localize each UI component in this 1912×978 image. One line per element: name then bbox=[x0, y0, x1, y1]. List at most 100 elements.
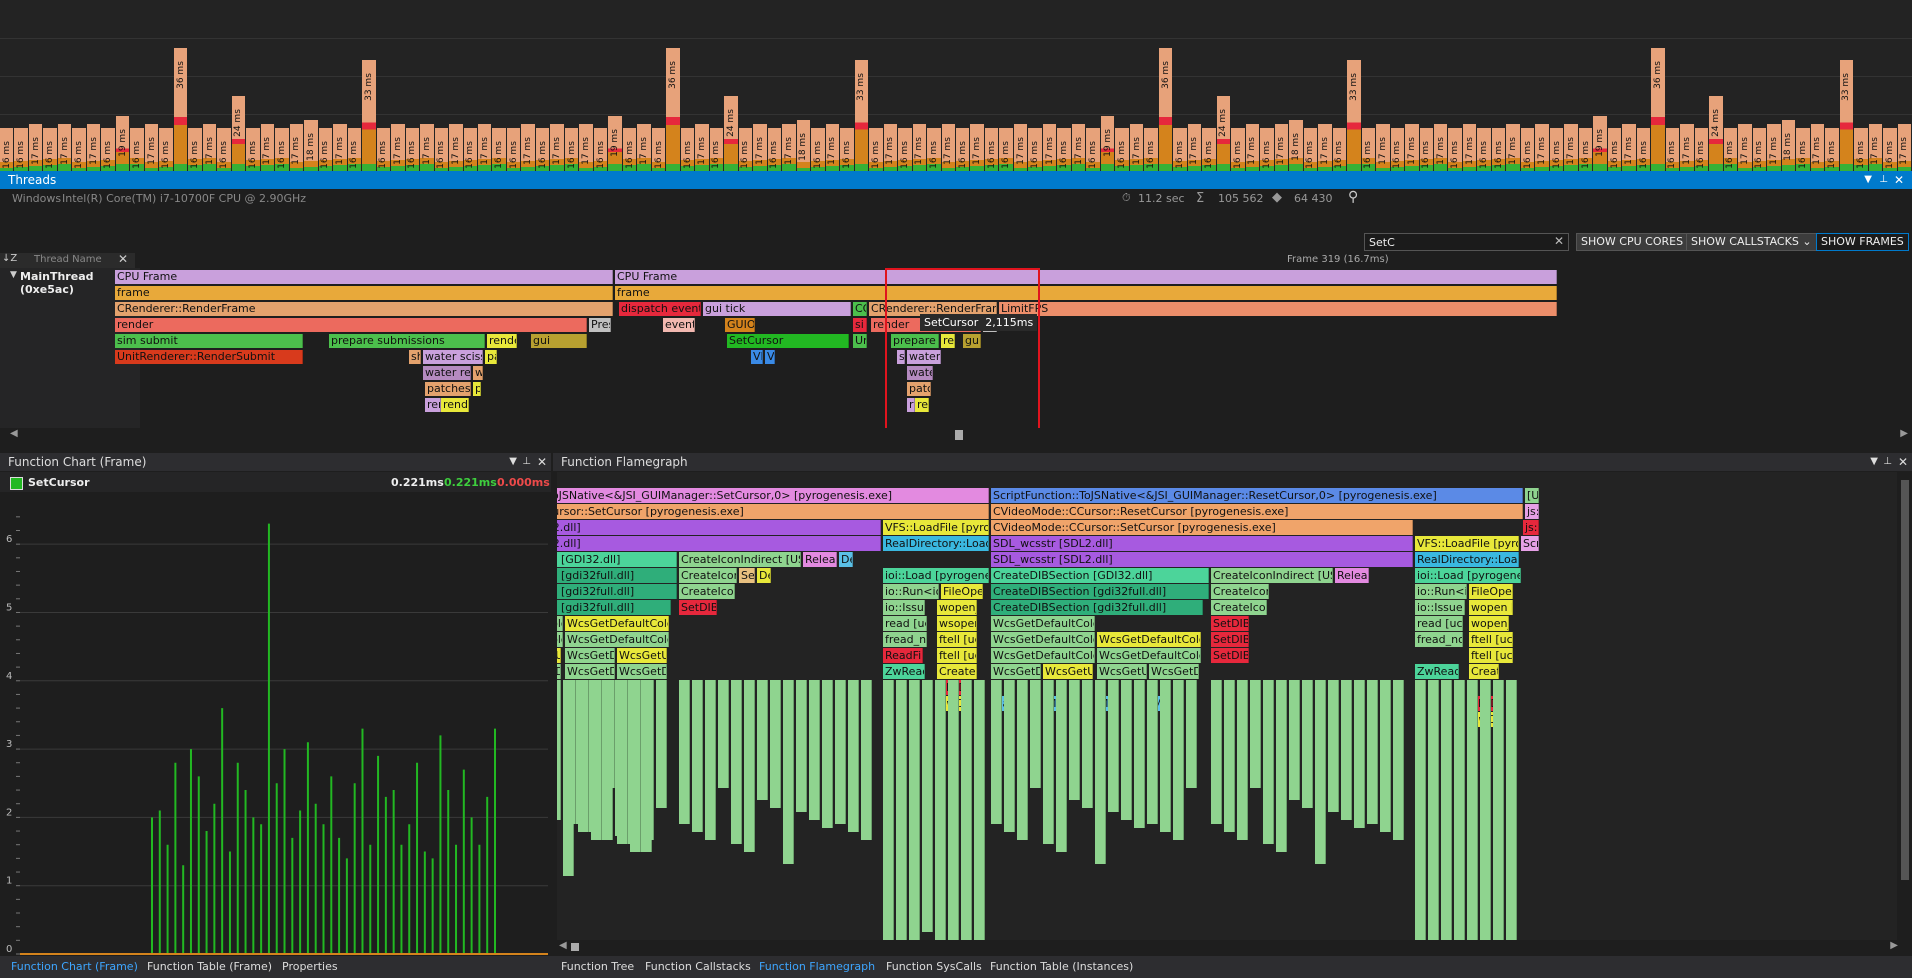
flame-stack[interactable] bbox=[1454, 680, 1465, 940]
frame-bar[interactable]: 16 ms bbox=[1796, 128, 1810, 176]
frame-bar[interactable]: 16 ms bbox=[72, 128, 86, 176]
flame-stack[interactable] bbox=[630, 680, 641, 832]
flame-block[interactable]: WcsGetUse bbox=[1097, 664, 1147, 679]
timeline-block[interactable]: UnitRenderer::RenderSubmit bbox=[115, 350, 303, 364]
frame-bar[interactable]: 17 ms bbox=[912, 124, 927, 176]
flame-stack[interactable] bbox=[1276, 680, 1287, 852]
flame-block[interactable]: CreateIconIn bbox=[1211, 584, 1269, 599]
flame-stack[interactable] bbox=[1121, 680, 1132, 820]
frame-bar[interactable]: 24 ms bbox=[231, 96, 246, 176]
flame-block[interactable]: CreateIconIndirect [USER32 bbox=[679, 552, 801, 567]
flame-block[interactable]: WcsGetDef bbox=[565, 648, 615, 663]
frame-bar[interactable]: 17 ms bbox=[1245, 124, 1260, 176]
frame-bar[interactable]: 18 ms bbox=[304, 120, 318, 176]
flame-stack[interactable] bbox=[922, 680, 933, 932]
frame-bar[interactable]: 16 ms bbox=[506, 128, 521, 176]
flame-block[interactable]: CreateDIBSection [gdi32full.dll] bbox=[991, 584, 1209, 599]
frame-bar[interactable]: 33 ms bbox=[1347, 60, 1361, 176]
frame-bar[interactable]: 16 ms bbox=[434, 128, 449, 176]
frame-bar[interactable]: 16 ms bbox=[43, 128, 57, 176]
flame-stack[interactable] bbox=[1147, 680, 1158, 824]
tab-function-tree[interactable]: Function Tree bbox=[561, 960, 634, 973]
flame-block[interactable]: js:: bbox=[1525, 504, 1539, 519]
flame-stack[interactable] bbox=[1108, 680, 1119, 812]
flame-block[interactable]: De bbox=[839, 552, 853, 567]
flame-block[interactable]: ftell [ucr bbox=[1469, 632, 1513, 647]
flame-stack[interactable] bbox=[1467, 680, 1478, 940]
frame-bar[interactable]: 16 ms bbox=[1694, 128, 1709, 176]
flame-stack[interactable] bbox=[835, 680, 846, 824]
frame-bar[interactable]: 16 ms bbox=[1202, 128, 1216, 176]
frame-bar[interactable]: 17 ms bbox=[1868, 124, 1883, 176]
frame-bar[interactable]: 16 ms bbox=[1028, 128, 1042, 176]
flame-block[interactable]: VFS::LoadFile [pyrogen bbox=[883, 520, 989, 535]
frame-bar[interactable]: 16 ms bbox=[956, 128, 970, 176]
flame-stack[interactable] bbox=[1302, 680, 1313, 808]
flame-stack[interactable] bbox=[705, 680, 716, 840]
timeline-scroll-right-icon[interactable]: ▶ bbox=[1900, 428, 1908, 439]
frame-bar[interactable]: 17 ms bbox=[782, 124, 796, 176]
flame-block[interactable]: CreateDIBSection [gdi32full.dll] bbox=[557, 584, 677, 599]
timeline-block[interactable]: pa bbox=[485, 350, 497, 364]
frame-bar[interactable]: 17 ms bbox=[941, 124, 955, 176]
timeline-block[interactable]: si bbox=[853, 318, 867, 332]
frame-bar[interactable]: 16 ms bbox=[1825, 128, 1839, 176]
tab-function-flamegraph[interactable]: Function Flamegraph bbox=[759, 960, 875, 973]
frame-bar[interactable]: 16 ms bbox=[101, 128, 115, 176]
flame-stack[interactable] bbox=[1354, 680, 1365, 828]
frame-bar[interactable]: 17 ms bbox=[1129, 124, 1144, 176]
frame-bar[interactable]: 17 ms bbox=[28, 124, 43, 176]
flame-block[interactable]: SDL_wcsstr [SDL2.dll] bbox=[557, 520, 881, 535]
frame-bar[interactable]: 16 ms bbox=[1636, 128, 1651, 176]
legend-swatch[interactable] bbox=[10, 477, 23, 490]
flame-stack[interactable] bbox=[848, 680, 859, 832]
frame-bar[interactable]: 17 ms bbox=[579, 124, 593, 176]
flame-stack[interactable] bbox=[783, 680, 794, 864]
frame-bar[interactable]: 18 ms bbox=[1289, 120, 1303, 176]
chart-dropdown-icon[interactable]: ▼ bbox=[509, 453, 517, 471]
flame-stack[interactable] bbox=[796, 680, 807, 812]
flame-stack[interactable] bbox=[1095, 680, 1106, 864]
timeline-block[interactable]: sim submit bbox=[115, 334, 303, 348]
frame-bar[interactable]: 16 ms bbox=[651, 128, 666, 176]
frame-bar[interactable]: 17 ms bbox=[1462, 124, 1477, 176]
flame-block[interactable]: ftell [ucr bbox=[937, 648, 977, 663]
frame-bar[interactable]: 16 ms bbox=[984, 128, 999, 176]
flame-stack[interactable] bbox=[948, 680, 959, 940]
flame-block[interactable]: CreateDIBSection [gdi32full.dll] bbox=[557, 600, 671, 615]
frame-bar[interactable]: 16 ms bbox=[1578, 128, 1593, 176]
flame-block[interactable]: ZwReadFi bbox=[1415, 664, 1459, 679]
frame-bar[interactable]: 17 ms bbox=[144, 124, 159, 176]
flame-block[interactable]: fread_no bbox=[1415, 632, 1463, 647]
flame-stack[interactable] bbox=[1315, 680, 1326, 864]
flame-block[interactable]: WcsGetDef bbox=[557, 664, 561, 679]
frame-bar[interactable]: 17 ms bbox=[521, 124, 535, 176]
flame-stack[interactable] bbox=[974, 680, 985, 940]
timeline-block[interactable]: dispatch events bbox=[619, 302, 701, 316]
flame-block[interactable]: io::Issue [p bbox=[1415, 600, 1465, 615]
sort-icon[interactable]: ↓Z bbox=[2, 253, 17, 264]
flame-stack[interactable] bbox=[1211, 680, 1222, 824]
flame-block[interactable]: wopen [u bbox=[1469, 600, 1513, 615]
timeline-block[interactable]: CRenderer::RenderFrame bbox=[115, 302, 613, 316]
flame-stack[interactable] bbox=[604, 680, 615, 788]
flame-stack[interactable] bbox=[1493, 680, 1504, 940]
frame-bar[interactable]: 17 ms bbox=[391, 124, 405, 176]
flame-stack[interactable] bbox=[656, 680, 667, 808]
flame-block[interactable]: WcsGetDefaultColorPr bbox=[1097, 648, 1201, 663]
frame-bar[interactable]: 16 ms bbox=[535, 128, 550, 176]
frame-bar[interactable]: 16 ms bbox=[1854, 128, 1868, 176]
frame-bar[interactable]: 18 ms bbox=[796, 120, 811, 176]
timeline-block[interactable]: frame bbox=[615, 286, 1557, 300]
frame-bar[interactable]: 16 ms bbox=[1057, 128, 1071, 176]
frame-bar[interactable]: 33 ms bbox=[1839, 60, 1854, 176]
frame-bar[interactable]: 16 ms bbox=[318, 128, 333, 176]
frame-bar[interactable]: 17 ms bbox=[883, 124, 898, 176]
pin-icon[interactable]: ⊥ bbox=[1879, 171, 1888, 189]
frame-bar[interactable]: 17 ms bbox=[1535, 124, 1549, 176]
frame-bar[interactable]: 17 ms bbox=[1622, 124, 1636, 176]
frame-bar[interactable]: 17 ms bbox=[1738, 124, 1752, 176]
frame-bar[interactable]: 16 ms bbox=[347, 128, 362, 176]
timeline-scroll-left-icon[interactable]: ◀ bbox=[10, 428, 18, 439]
flame-block[interactable]: wopen_ bbox=[1469, 616, 1509, 631]
